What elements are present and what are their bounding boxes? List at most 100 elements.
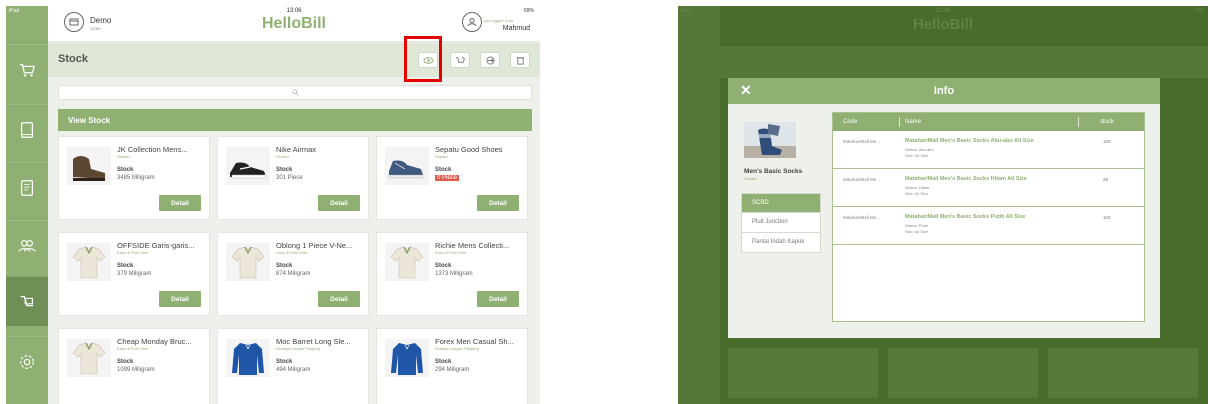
product-name: Nike Airmax [276, 145, 317, 154]
product-card[interactable]: Oblong 1 Piece V-Ne... Kaos & Polo Shirt S… [217, 232, 369, 316]
detail-button[interactable]: Detail [318, 195, 360, 211]
product-thumbnail [226, 339, 270, 377]
store-list-item[interactable]: Pantai Indah Kapuk [741, 233, 821, 253]
stock-value: 1373 Miligram [435, 271, 473, 277]
modal-title: Info [933, 85, 955, 97]
stock-value: 294 Miligram [435, 367, 470, 373]
stock-value: 494 Miligram [276, 367, 311, 373]
stock-label: Stock [276, 263, 293, 269]
product-card[interactable]: JK Collection Mens... Sepatu Stock 3485 Mil… [58, 136, 210, 220]
product-card[interactable]: Moc Barret Long Sle... Kemeja Lengan Panj… [217, 328, 369, 404]
transfer-button[interactable] [480, 52, 500, 68]
product-thumbnail [385, 147, 429, 185]
gear-icon [20, 354, 34, 369]
product-card[interactable]: Sepatu Good Shoes Sepatu Stock 0 Piece Detai… [376, 136, 528, 220]
users-icon [18, 239, 36, 252]
variant-table: Code Name stock MatahariMall Me... Mataha… [832, 112, 1145, 322]
nav-stock-button[interactable] [6, 276, 48, 326]
column-code: Code [843, 119, 858, 125]
product-category: Kaos & Polo Shirt [435, 250, 467, 255]
stock-opname-button[interactable] [450, 52, 470, 68]
bg-card [728, 348, 878, 398]
row-color: Warna: Putih [905, 223, 928, 228]
side-navigation: iPad [6, 6, 48, 404]
product-category: Sepatu [276, 154, 289, 159]
product-name: JK Collection Mens... [117, 145, 188, 154]
column-stock: stock [1100, 119, 1115, 125]
row-stock: 28 [1103, 177, 1109, 182]
product-category: Kemeja Lengan Panjang [435, 346, 479, 351]
product-card[interactable]: OFFSIDE Garis-garis... Kaos & Polo Shirt S… [58, 232, 210, 316]
product-category: Sepatu [117, 154, 130, 159]
product-name: Oblong 1 Piece V-Ne... [276, 241, 353, 250]
detail-button[interactable]: Detail [477, 291, 519, 307]
product-category: Kaos & Polo Shirt [276, 250, 308, 255]
table-header: Code Name stock [833, 113, 1144, 131]
product-thumbnail [385, 243, 429, 281]
status-battery: 69% [523, 8, 534, 14]
product-thumbnail [226, 243, 270, 281]
product-card[interactable]: Cheap Monday Bruc... Kaos & Polo Shirt Sto… [58, 328, 210, 404]
table-row[interactable]: MatahariMall Me... MatahariMall Men's Bas… [833, 131, 1144, 169]
store-list-item[interactable]: SCBD [741, 193, 821, 213]
status-device: iPad [9, 8, 20, 14]
product-name: OFFSIDE Garis-garis... [117, 241, 195, 250]
row-code: MatahariMall Me... [843, 177, 881, 182]
product-card[interactable]: Nike Airmax Sepatu Stock 301 Piece Detail [217, 136, 369, 220]
nav-customers-button[interactable] [6, 220, 48, 270]
delete-button[interactable] [510, 52, 530, 68]
bg-card [888, 348, 1038, 398]
product-category: Sepatu [744, 176, 757, 181]
stock-value: 3485 Miligram [117, 175, 155, 181]
detail-button[interactable]: Detail [159, 291, 201, 307]
product-name: Sepatu Good Shoes [435, 145, 503, 154]
bg-sidebar [678, 6, 720, 404]
product-thumbnail [385, 339, 429, 377]
stock-label: Stock [276, 167, 293, 173]
stock-label: Stock [435, 359, 452, 365]
stock-value: 874 Miligram [276, 271, 311, 277]
report-icon [20, 179, 34, 196]
transfer-icon [485, 55, 495, 65]
info-modal: ✕ Info Men's Basic Socks Sepatu SCBD Plui… [728, 78, 1160, 338]
row-stock: 103 [1103, 215, 1111, 220]
detail-button[interactable]: Detail [159, 195, 201, 211]
product-category: Kaos & Polo Shirt [117, 250, 149, 255]
search-icon [291, 89, 299, 96]
product-name: Cheap Monday Bruc... [117, 337, 192, 346]
row-color: Warna: Hitam [905, 185, 930, 190]
row-name: MatahariMall Men's Basic Socks Putih All… [905, 214, 1026, 220]
nav-report-button[interactable] [6, 162, 48, 212]
table-row[interactable]: MatahariMall Me... MatahariMall Men's Bas… [833, 169, 1144, 207]
nav-settings-button[interactable] [6, 336, 48, 386]
bg-page-header [720, 46, 1208, 78]
section-title: View Stock [58, 109, 532, 131]
product-category: Kaos & Polo Shirt [117, 346, 149, 351]
bg-status-battery: 70% [1193, 8, 1204, 14]
row-size: Size: All Size [905, 229, 929, 234]
product-category: Kemeja Lengan Panjang [276, 346, 320, 351]
stock-value: 379 Miligram [117, 271, 152, 277]
nav-cart-button[interactable] [6, 44, 48, 94]
product-card[interactable]: Richie Mens Collecti... Kaos & Polo Shirt… [376, 232, 528, 316]
detail-button[interactable]: Detail [318, 291, 360, 307]
product-thumbnail [67, 147, 111, 185]
tablet-icon [20, 121, 34, 138]
page-header: Stock [48, 43, 540, 77]
table-row[interactable]: MatahariMall Me... MatahariMall Men's Bas… [833, 207, 1144, 245]
product-image [744, 122, 796, 158]
column-name: Name [905, 119, 922, 125]
detail-button[interactable]: Detail [477, 195, 519, 211]
product-card[interactable]: Forex Men Casual Sh... Kemeja Lengan Panj… [376, 328, 528, 404]
stock-label: Stock [435, 263, 452, 269]
stock-label: Stock [117, 359, 134, 365]
user-avatar-icon[interactable] [462, 12, 482, 32]
stock-label: Stock [117, 263, 134, 269]
row-name: MatahariMall Men's Basic Socks Hitam All… [905, 176, 1027, 182]
store-list: SCBD Pluit Junction Pantai Indah Kapuk [741, 193, 821, 253]
search-input[interactable] [58, 85, 532, 100]
stock-value: 301 Piece [276, 175, 303, 181]
product-name: Moc Barret Long Sle... [276, 337, 351, 346]
store-list-item[interactable]: Pluit Junction [741, 213, 821, 233]
nav-tablet-button[interactable] [6, 104, 48, 154]
